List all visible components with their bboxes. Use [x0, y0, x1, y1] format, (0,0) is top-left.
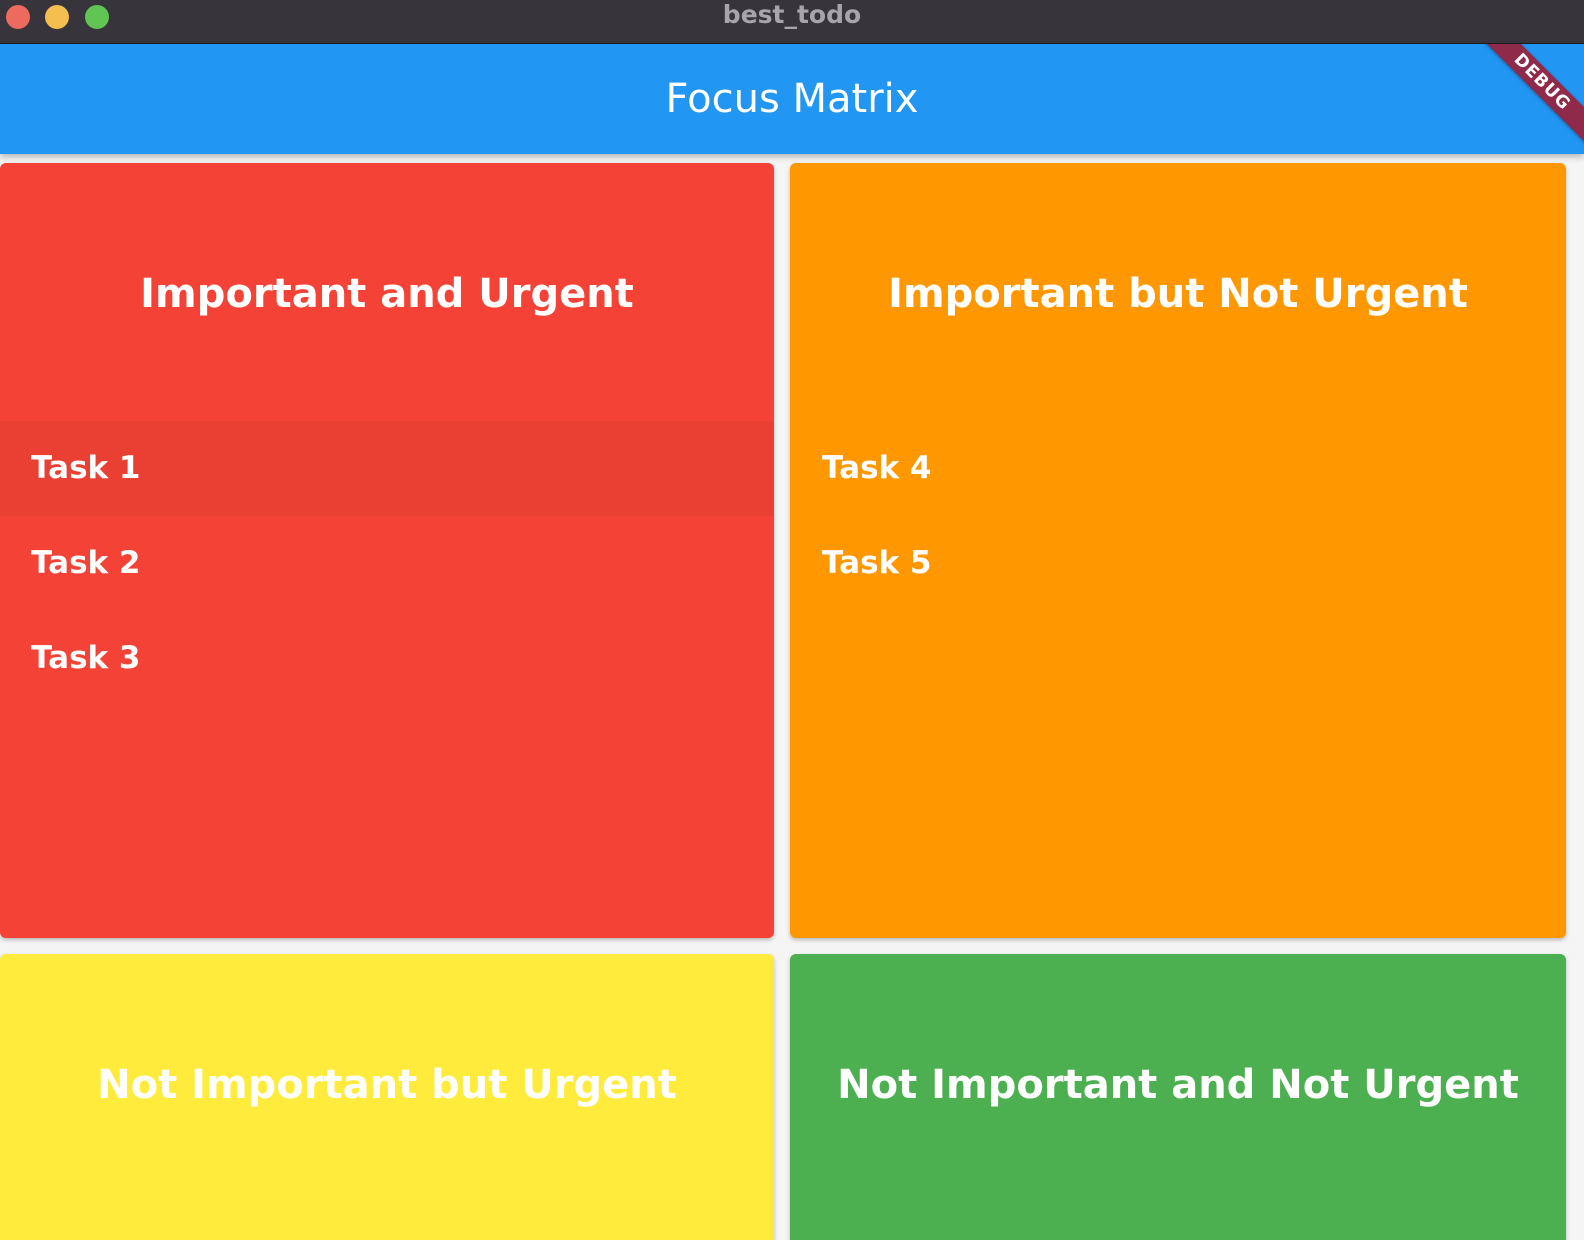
- quadrant-title: Important but Not Urgent: [888, 271, 1468, 317]
- task-item[interactable]: Task 5: [790, 516, 1566, 611]
- app-bar: Focus Matrix DEBUG: [0, 44, 1584, 154]
- quadrant-important-urgent: Important and Urgent Task 1 Task 2 Task …: [0, 163, 774, 938]
- quadrant-title: Not Important but Urgent: [97, 1062, 677, 1108]
- quadrant-title: Important and Urgent: [140, 271, 634, 317]
- quadrant-not-important-urgent: Not Important but Urgent: [0, 954, 774, 1240]
- task-item[interactable]: Task 3: [0, 611, 774, 706]
- quadrant-title: Not Important and Not Urgent: [837, 1062, 1519, 1108]
- quadrant-not-important-not-urgent: Not Important and Not Urgent: [790, 954, 1566, 1240]
- task-list: Task 1 Task 2 Task 3: [0, 421, 774, 706]
- window-titlebar[interactable]: best_todo: [0, 0, 1584, 44]
- page-title: Focus Matrix: [665, 76, 919, 122]
- task-item[interactable]: Task 2: [0, 516, 774, 611]
- task-list: Task 4 Task 5: [790, 421, 1566, 611]
- quadrant-important-not-urgent: Important but Not Urgent Task 4 Task 5: [790, 163, 1566, 938]
- task-item[interactable]: Task 4: [790, 421, 1566, 516]
- window-title: best_todo: [722, 0, 862, 29]
- task-item[interactable]: Task 1: [0, 421, 774, 516]
- app-window: best_todo Focus Matrix DEBUG Important a…: [0, 0, 1584, 1240]
